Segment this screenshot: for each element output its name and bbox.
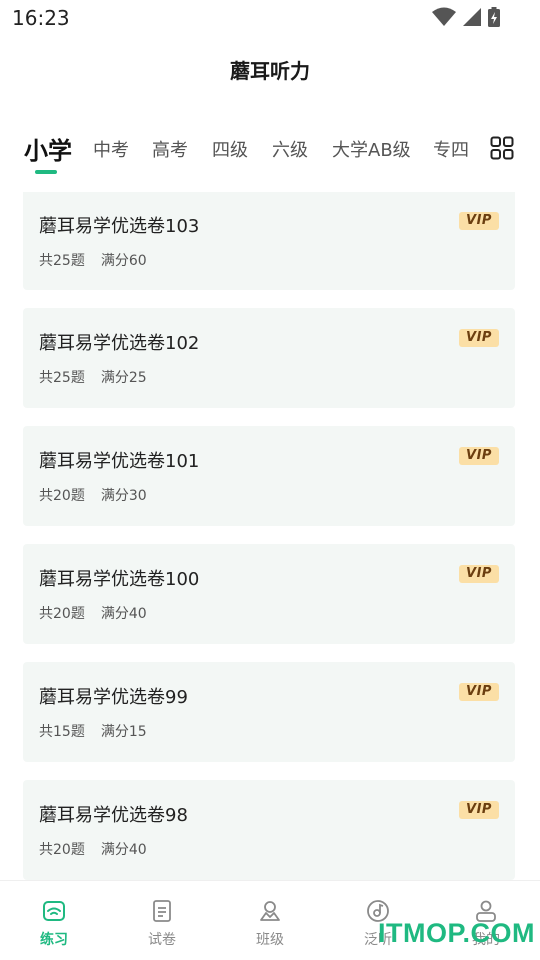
class-icon xyxy=(260,901,280,921)
cellular-signal-icon xyxy=(463,8,481,26)
full-score: 满分40 xyxy=(100,842,147,858)
status-time: 16:23 xyxy=(12,6,70,30)
vip-badge: VIP xyxy=(459,329,499,347)
paper-title: 蘑耳易学优选卷98 xyxy=(39,805,188,826)
nav-label: 练习 xyxy=(40,932,68,948)
watermark: ITMOP.COM xyxy=(378,918,536,948)
full-score: 满分30 xyxy=(100,488,147,504)
tab-tem4[interactable]: 专四 xyxy=(433,136,469,162)
paper-meta: 共15题 满分15 xyxy=(39,721,147,741)
paper-meta: 共20题 满分40 xyxy=(39,839,147,859)
paper-meta: 共25题 满分25 xyxy=(39,367,147,387)
category-tabs: 小学 中考 高考 四级 六级 大学AB级 专四 xyxy=(0,128,540,180)
tab-college-entrance-exam[interactable]: 高考 xyxy=(152,136,188,162)
tab-middle-school-exam[interactable]: 中考 xyxy=(93,136,129,162)
nav-label: 班级 xyxy=(256,932,284,948)
question-count: 共20题 xyxy=(39,842,85,858)
paper-title: 蘑耳易学优选卷101 xyxy=(39,451,200,472)
vip-badge: VIP xyxy=(459,801,499,819)
question-count: 共25题 xyxy=(39,370,85,386)
question-count: 共20题 xyxy=(39,606,85,622)
wifi-icon xyxy=(432,7,456,26)
full-score: 满分25 xyxy=(100,370,147,386)
tab-primary-school[interactable]: 小学 xyxy=(24,131,72,166)
paper-card[interactable]: 蘑耳易学优选卷100 VIP 共20题 满分40 xyxy=(23,544,515,644)
paper-card[interactable]: 蘑耳易学优选卷101 VIP 共20题 满分30 xyxy=(23,426,515,526)
tab-cet4[interactable]: 四级 xyxy=(212,136,248,162)
paper-title: 蘑耳易学优选卷102 xyxy=(39,333,200,354)
practice-icon xyxy=(43,901,65,921)
full-score: 满分60 xyxy=(100,253,147,269)
paper-card[interactable]: 蘑耳易学优选卷99 VIP 共15题 满分15 xyxy=(23,662,515,762)
paper-card[interactable]: 蘑耳易学优选卷98 VIP 共20题 满分40 xyxy=(23,780,515,880)
paper-title: 蘑耳易学优选卷100 xyxy=(39,569,200,590)
paper-meta: 共20题 满分40 xyxy=(39,603,147,623)
nav-practice[interactable]: 练习 xyxy=(0,881,108,960)
battery-charging-icon xyxy=(488,7,500,27)
paper-list: 蘑耳易学优选卷103 VIP 共25题 满分60 蘑耳易学优选卷102 VIP … xyxy=(23,192,515,880)
tab-university-ab[interactable]: 大学AB级 xyxy=(332,136,411,162)
vip-badge: VIP xyxy=(459,447,499,465)
paper-meta: 共25题 满分60 xyxy=(39,250,147,270)
status-bar: 16:23 xyxy=(0,0,540,36)
nav-class[interactable]: 班级 xyxy=(216,881,324,960)
vip-badge: VIP xyxy=(459,683,499,701)
paper-card[interactable]: 蘑耳易学优选卷103 VIP 共25题 满分60 xyxy=(23,192,515,290)
nav-label: 试卷 xyxy=(148,932,176,948)
question-count: 共20题 xyxy=(39,488,85,504)
page-title: 蘑耳听力 xyxy=(230,59,310,83)
question-count: 共15题 xyxy=(39,724,85,740)
vip-badge: VIP xyxy=(459,212,499,230)
paper-icon xyxy=(153,900,171,922)
status-icons xyxy=(432,7,500,27)
paper-title: 蘑耳易学优选卷99 xyxy=(39,687,188,708)
paper-card[interactable]: 蘑耳易学优选卷102 VIP 共25题 满分25 xyxy=(23,308,515,408)
active-tab-indicator xyxy=(35,170,57,174)
full-score: 满分40 xyxy=(100,606,147,622)
grid-menu-icon[interactable] xyxy=(490,136,514,160)
question-count: 共25题 xyxy=(39,253,85,269)
paper-meta: 共20题 满分30 xyxy=(39,485,147,505)
full-score: 满分15 xyxy=(100,724,147,740)
nav-papers[interactable]: 试卷 xyxy=(108,881,216,960)
tab-cet6[interactable]: 六级 xyxy=(272,136,308,162)
paper-title: 蘑耳易学优选卷103 xyxy=(39,216,200,237)
vip-badge: VIP xyxy=(459,565,499,583)
